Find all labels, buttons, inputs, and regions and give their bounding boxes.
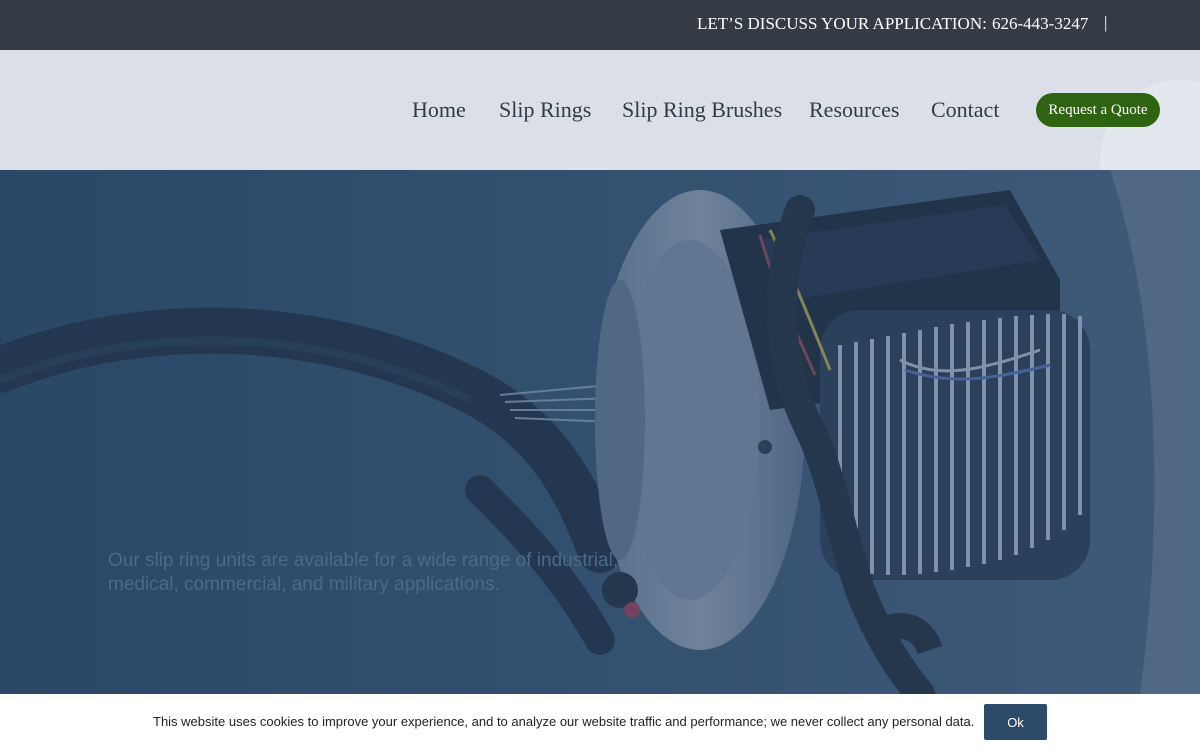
hero-slip-ring-image [0,170,1200,694]
nav-item-slip-ring-brushes[interactable]: Slip Ring Brushes [622,97,782,123]
hero-tagline: Our slip ring units are available for a … [108,550,619,595]
cookie-message: This website uses cookies to improve you… [153,714,975,729]
hero-section: Our slip ring units are available for a … [0,170,1200,694]
topbar-separator: | [1104,13,1108,32]
cookie-consent-banner: This website uses cookies to improve you… [0,694,1200,750]
request-quote-button[interactable]: Request a Quote [1036,93,1160,127]
application-cta-text: LET’S DISCUSS YOUR APPLICATION: [697,14,987,33]
main-navigation: Home Slip Rings Slip Ring Brushes Resour… [0,50,1200,240]
nav-item-contact[interactable]: Contact [931,97,999,123]
nav-item-slip-rings[interactable]: Slip Rings [499,97,591,123]
nav-item-resources[interactable]: Resources [809,97,899,123]
cookie-ok-button[interactable]: Ok [984,704,1047,740]
nav-item-home[interactable]: Home [412,97,466,123]
phone-link[interactable]: 626-443-3247 [992,14,1088,34]
top-contact-bar: LET’S DISCUSS YOUR APPLICATION: 626-443-… [0,0,1200,50]
